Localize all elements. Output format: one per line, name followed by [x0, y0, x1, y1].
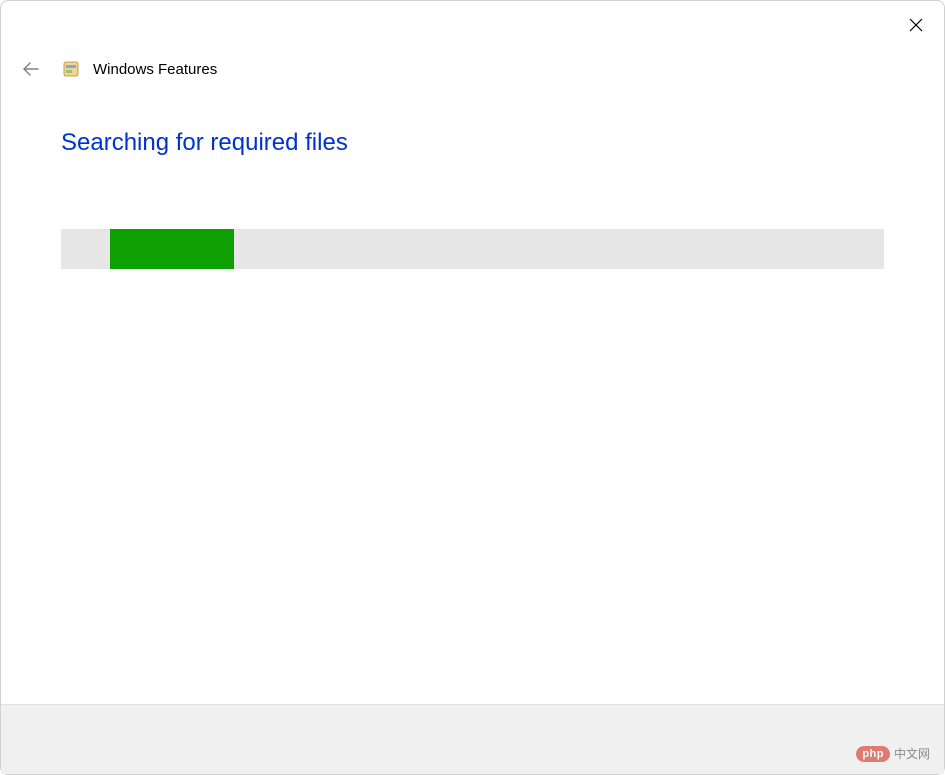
back-arrow-icon [22, 60, 40, 78]
progress-bar [61, 229, 884, 269]
dialog-title: Windows Features [93, 61, 217, 78]
back-button[interactable] [19, 57, 43, 81]
progress-bar-fill [110, 229, 233, 269]
close-icon [909, 18, 923, 32]
close-button[interactable] [900, 9, 932, 41]
watermark: php 中文网 [856, 745, 930, 762]
dialog-header: Windows Features [1, 1, 944, 81]
dialog-content: Searching for required files [1, 81, 944, 704]
dialog-footer: php 中文网 [1, 704, 944, 774]
status-heading: Searching for required files [61, 129, 884, 157]
windows-features-dialog: Windows Features Searching for required … [0, 0, 945, 775]
windows-features-icon [61, 59, 81, 79]
watermark-badge: php [856, 746, 890, 762]
watermark-text: 中文网 [894, 745, 930, 762]
